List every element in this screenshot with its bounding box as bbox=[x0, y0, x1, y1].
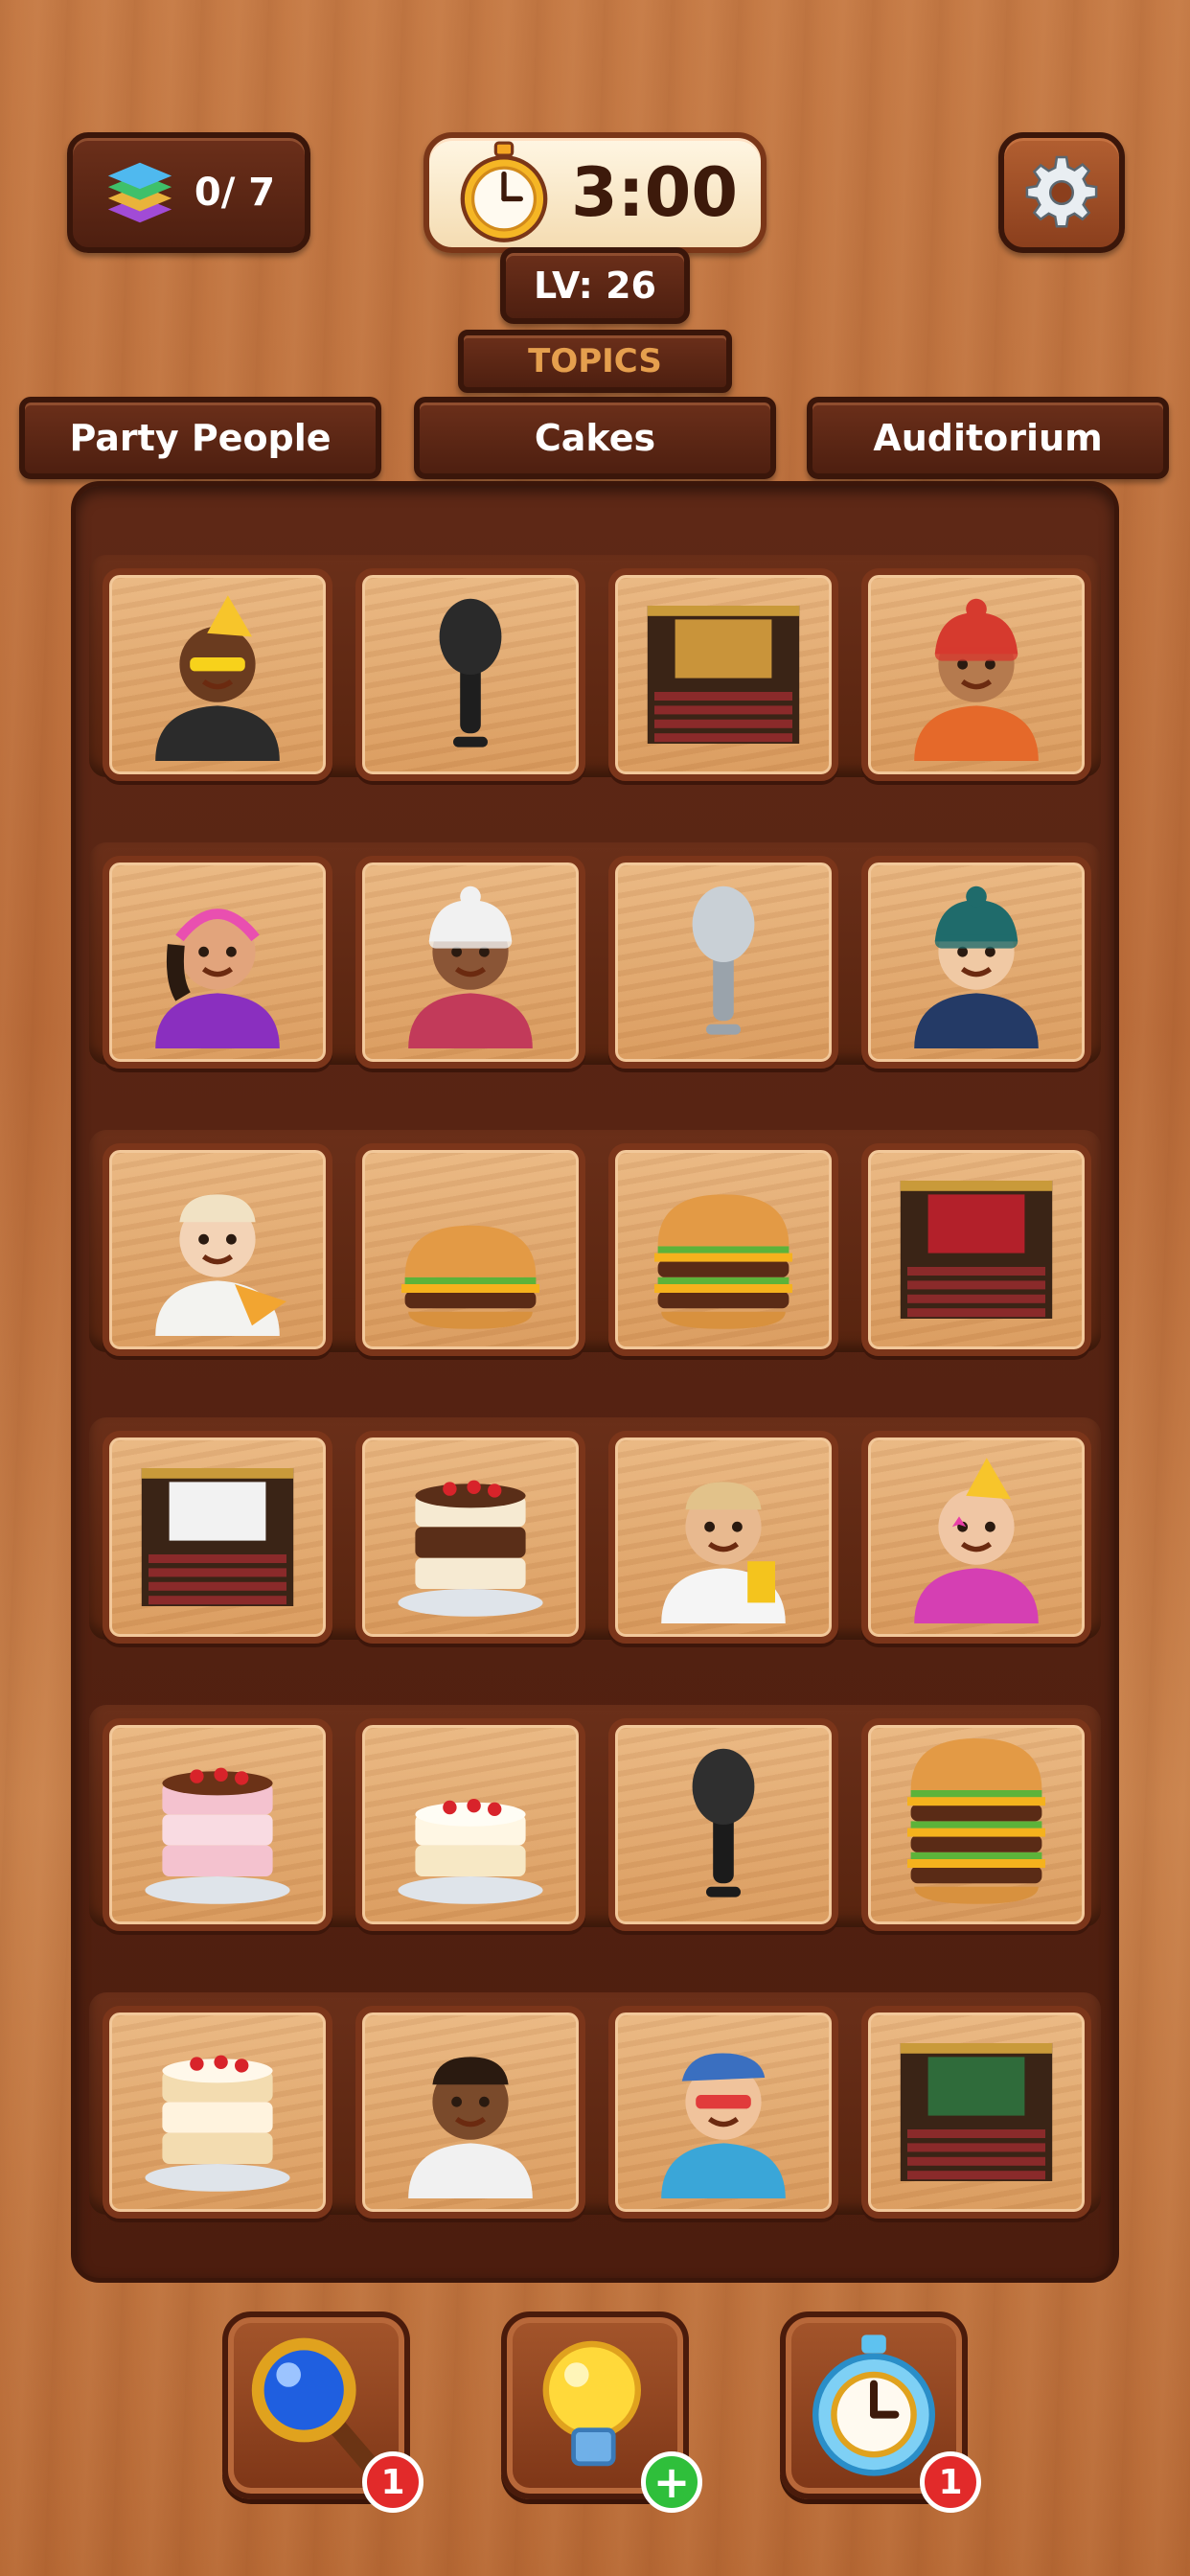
tile-boy-beanie[interactable] bbox=[861, 856, 1091, 1069]
freeze-timer-icon bbox=[812, 2334, 935, 2476]
tile-woman-winter-hat[interactable] bbox=[355, 856, 585, 1069]
topic-cakes: Cakes bbox=[414, 397, 776, 479]
hint-add-badge: + bbox=[641, 2451, 702, 2513]
tile-party-man-sunglasses[interactable] bbox=[103, 568, 332, 781]
rgb-microphone-icon bbox=[692, 1748, 755, 1898]
party-woman-headband-icon bbox=[155, 908, 280, 1048]
tile-black-microphone[interactable] bbox=[355, 568, 585, 781]
settings-button[interactable] bbox=[998, 132, 1125, 253]
tile-school-auditorium[interactable] bbox=[861, 2006, 1091, 2219]
tile-vintage-microphone[interactable] bbox=[608, 856, 838, 1069]
timer-text: 3:00 bbox=[570, 153, 739, 232]
tile-auditorium-stage-piano[interactable] bbox=[608, 568, 838, 781]
magnifier-powerup-button[interactable]: 1 bbox=[222, 2312, 423, 2513]
topic-label: Cakes bbox=[534, 417, 656, 459]
auditorium-stage-piano-icon bbox=[647, 606, 800, 744]
vintage-microphone-icon bbox=[692, 886, 755, 1035]
tile-rgb-microphone[interactable] bbox=[608, 1718, 838, 1931]
lecture-auditorium-icon bbox=[141, 1468, 294, 1606]
tile-red-curtain-stage[interactable] bbox=[861, 1143, 1091, 1356]
tile-pink-drip-cake[interactable] bbox=[103, 1718, 332, 1931]
man-eating-pizza-icon bbox=[155, 1194, 286, 1336]
gear-icon bbox=[1025, 155, 1098, 228]
layers-icon bbox=[107, 162, 172, 223]
black-microphone-icon bbox=[439, 598, 502, 748]
party-woman-star-glasses-icon bbox=[914, 1458, 1039, 1623]
tile-berry-cake[interactable] bbox=[355, 1718, 585, 1931]
timer-display: 3:00 bbox=[423, 132, 767, 253]
magnifier-count-badge: 1 bbox=[362, 2451, 423, 2513]
freeze-count-badge: 1 bbox=[920, 2451, 981, 2513]
freeze-powerup-button[interactable]: 1 bbox=[780, 2312, 981, 2513]
topic-party-people: Party People bbox=[19, 397, 381, 479]
tile-chicken-burger[interactable] bbox=[355, 1143, 585, 1356]
tile-man-winter-hat[interactable] bbox=[861, 568, 1091, 781]
tile-lecture-auditorium[interactable] bbox=[103, 1431, 332, 1644]
hint-powerup-button[interactable]: + bbox=[501, 2312, 702, 2513]
cheeseburger-icon bbox=[654, 1194, 792, 1329]
boy-beanie-icon bbox=[914, 886, 1039, 1048]
red-curtain-stage-icon bbox=[900, 1181, 1053, 1319]
party-man-sunglasses-icon bbox=[155, 595, 280, 761]
tile-party-guy-hawaiian-shirt[interactable] bbox=[608, 2006, 838, 2219]
topics-heading: TOPICS bbox=[458, 330, 732, 393]
tile-boy-eating-pie[interactable] bbox=[355, 2006, 585, 2219]
level-indicator: LV: 26 bbox=[500, 247, 690, 324]
topic-label: Party People bbox=[69, 417, 332, 459]
man-winter-hat-icon bbox=[914, 598, 1039, 761]
magnifier-icon bbox=[251, 2337, 381, 2476]
berry-cake-icon bbox=[398, 1799, 543, 1904]
stopwatch-icon bbox=[460, 141, 548, 242]
birthday-candle-cake-icon bbox=[145, 2055, 290, 2192]
tile-man-eating-pizza[interactable] bbox=[103, 1143, 332, 1356]
topic-auditorium: Auditorium bbox=[807, 397, 1169, 479]
moves-text: 0/ 7 bbox=[194, 171, 276, 215]
chicken-burger-icon bbox=[401, 1225, 539, 1329]
lightbulb-icon bbox=[542, 2340, 641, 2467]
triple-burger-icon bbox=[907, 1738, 1045, 1904]
tile-party-woman-star-glasses[interactable] bbox=[861, 1431, 1091, 1644]
tile-party-woman-headband[interactable] bbox=[103, 856, 332, 1069]
tile-boy-eating-fries[interactable] bbox=[608, 1431, 838, 1644]
school-auditorium-icon bbox=[900, 2043, 1053, 2181]
game-board bbox=[71, 481, 1119, 2283]
woman-winter-hat-icon bbox=[408, 886, 533, 1048]
boy-eating-pie-icon bbox=[408, 2057, 533, 2198]
chocolate-drip-cake-icon bbox=[398, 1480, 543, 1617]
moves-counter: 0/ 7 bbox=[67, 132, 310, 253]
party-guy-hawaiian-shirt-icon bbox=[661, 2053, 786, 2198]
pink-drip-cake-icon bbox=[145, 1767, 290, 1904]
topics-heading-text: TOPICS bbox=[528, 342, 662, 380]
boy-eating-fries-icon bbox=[661, 1482, 786, 1623]
tile-birthday-candle-cake[interactable] bbox=[103, 2006, 332, 2219]
tile-cheeseburger[interactable] bbox=[608, 1143, 838, 1356]
tile-chocolate-drip-cake[interactable] bbox=[355, 1431, 585, 1644]
level-text: LV: 26 bbox=[534, 264, 656, 307]
topic-label: Auditorium bbox=[873, 417, 1103, 459]
tile-triple-burger[interactable] bbox=[861, 1718, 1091, 1931]
